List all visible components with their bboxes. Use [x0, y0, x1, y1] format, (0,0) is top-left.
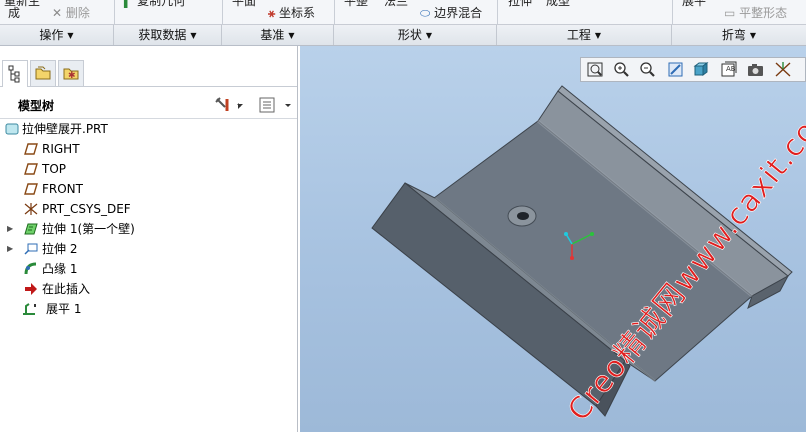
- coordinate-system-label: 坐标系: [279, 6, 316, 20]
- datum-plane-icon: [24, 163, 38, 175]
- coordinate-system-icon: ⚹: [268, 6, 276, 20]
- tree-item-extrude-1[interactable]: ▶ 拉伸 1(第一个壁): [0, 219, 290, 239]
- extrude-button[interactable]: 拉伸: [508, 0, 532, 9]
- part-icon: [5, 123, 19, 135]
- tree-item-label: 展平 1: [46, 302, 82, 316]
- boundary-blend-icon: ⬭: [420, 6, 431, 20]
- extrude-cut-icon: [24, 243, 38, 255]
- unbend-button[interactable]: 展平: [682, 0, 706, 9]
- group-label: 折弯: [721, 28, 746, 42]
- group-label: 基准: [260, 28, 285, 42]
- group-bends[interactable]: 折弯 ▼: [672, 25, 806, 45]
- tree-item-label: PRT_CSYS_DEF: [42, 202, 131, 216]
- tree-item-label: 凸缘 1: [42, 262, 78, 276]
- unbend-icon: [23, 303, 36, 315]
- tree-item-csys[interactable]: PRT_CSYS_DEF: [0, 199, 290, 219]
- ribbon: 重新生 成 ✕ 删除 ▍ 复制几何 平面 ⚹ 坐标系 平整 法兰 ⬭ 边界混合 …: [0, 0, 806, 25]
- datum-plane-icon: [24, 183, 38, 195]
- expand-arrow-icon[interactable]: ▶: [7, 239, 13, 259]
- tree-item-front[interactable]: FRONT: [0, 179, 290, 199]
- folder-icon: [35, 66, 51, 80]
- copy-geometry-button[interactable]: ▍ 复制几何: [124, 0, 185, 9]
- model-tree-header: 模型树: [0, 92, 297, 119]
- coordinate-system-button[interactable]: ⚹ 坐标系: [268, 4, 315, 21]
- tools-icon: [215, 97, 243, 111]
- plane-button[interactable]: 平面: [232, 0, 256, 9]
- tab-folder-browser[interactable]: [30, 60, 56, 86]
- chevron-down-icon: ▼: [288, 31, 295, 40]
- tab-favorites[interactable]: ✱: [58, 60, 84, 86]
- model-tree-icon: [8, 65, 20, 83]
- navigator-panel: ✱ 模型树 拉伸壁展开.PRT RIGHT TOP FRONT PRT_CSYS…: [0, 46, 298, 432]
- boundary-blend-label: 边界混合: [434, 6, 483, 20]
- tree-item-right[interactable]: RIGHT: [0, 139, 290, 159]
- tree-item-unbend-1[interactable]: 展平 1: [0, 299, 290, 319]
- flat-state-label: 平整形态: [739, 6, 788, 20]
- chevron-down-icon: ▼: [749, 31, 757, 40]
- delete-label: 删除: [65, 6, 90, 20]
- group-label: 形状: [397, 28, 422, 42]
- tree-item-label: TOP: [42, 162, 67, 176]
- delete-icon: ✕: [52, 6, 63, 20]
- copy-geometry-label: 复制几何: [137, 0, 186, 8]
- regenerate-button-line2[interactable]: 成: [8, 4, 20, 21]
- form-button[interactable]: 成型: [546, 0, 570, 9]
- chevron-down-icon: ▼: [67, 31, 74, 40]
- flange-button[interactable]: 法兰: [384, 0, 408, 9]
- ribbon-group-bar: 操作 ▼ 获取数据 ▼ 基准 ▼ 形状 ▼ 工程 ▼ 折弯 ▼: [0, 25, 806, 46]
- graphics-window[interactable]: AB Creo精诚网www.caxit.com: [300, 46, 806, 432]
- favorites-folder-icon: ✱: [63, 68, 79, 81]
- datum-plane-icon: [24, 143, 38, 155]
- svg-text:✱: ✱: [68, 71, 76, 81]
- tree-item-top[interactable]: TOP: [0, 159, 290, 179]
- tree-item-part[interactable]: 拉伸壁展开.PRT: [0, 119, 290, 139]
- boundary-blend-button[interactable]: ⬭ 边界混合: [420, 4, 482, 21]
- tab-model-tree[interactable]: [2, 60, 28, 87]
- group-shapes[interactable]: 形状 ▼: [334, 25, 497, 45]
- expand-arrow-icon[interactable]: ▶: [7, 219, 13, 239]
- tree-item-extrude-2[interactable]: ▶ 拉伸 2: [0, 239, 290, 259]
- chevron-down-icon: ▼: [190, 31, 197, 40]
- tree-item-label: 拉伸 1(第一个壁): [42, 222, 135, 236]
- chevron-down-icon: ▼: [425, 31, 433, 40]
- extrude-wall-icon: [24, 223, 38, 235]
- tree-show-button[interactable]: [256, 96, 294, 114]
- tree-item-label: FRONT: [42, 182, 83, 196]
- list-settings-icon: [259, 97, 291, 113]
- tree-settings-button[interactable]: [214, 96, 244, 114]
- tree-item-flange-1[interactable]: 凸缘 1: [0, 259, 290, 279]
- group-engineering[interactable]: 工程 ▼: [497, 25, 672, 45]
- chevron-down-icon: ▼: [594, 31, 602, 40]
- tree-item-label: RIGHT: [42, 142, 80, 156]
- insert-here-arrow-icon: [25, 283, 37, 295]
- flange-icon: [24, 262, 37, 275]
- delete-button[interactable]: ✕ 删除: [52, 4, 90, 21]
- group-operations[interactable]: 操作 ▼: [0, 25, 114, 45]
- model-tree-title: 模型树: [18, 99, 55, 113]
- navigator-tabs: ✱: [0, 60, 297, 87]
- group-get-data[interactable]: 获取数据 ▼: [114, 25, 222, 45]
- tree-item-insert-here[interactable]: 在此插入: [0, 279, 290, 299]
- copy-geometry-icon: ▍: [124, 0, 134, 8]
- flat-wall-button[interactable]: 平整: [344, 0, 368, 9]
- flat-state-button[interactable]: ▭ 平整形态: [724, 4, 787, 21]
- tree-item-label: 拉伸 2: [42, 242, 78, 256]
- coordinate-system-icon: [24, 203, 38, 215]
- group-label: 工程: [566, 28, 591, 42]
- flat-state-icon: ▭: [724, 6, 736, 20]
- tree-item-label: 拉伸壁展开.PRT: [22, 122, 108, 136]
- group-label: 获取数据: [138, 28, 187, 42]
- group-datum[interactable]: 基准 ▼: [222, 25, 334, 45]
- group-label: 操作: [39, 28, 64, 42]
- tree-item-label: 在此插入: [42, 282, 91, 296]
